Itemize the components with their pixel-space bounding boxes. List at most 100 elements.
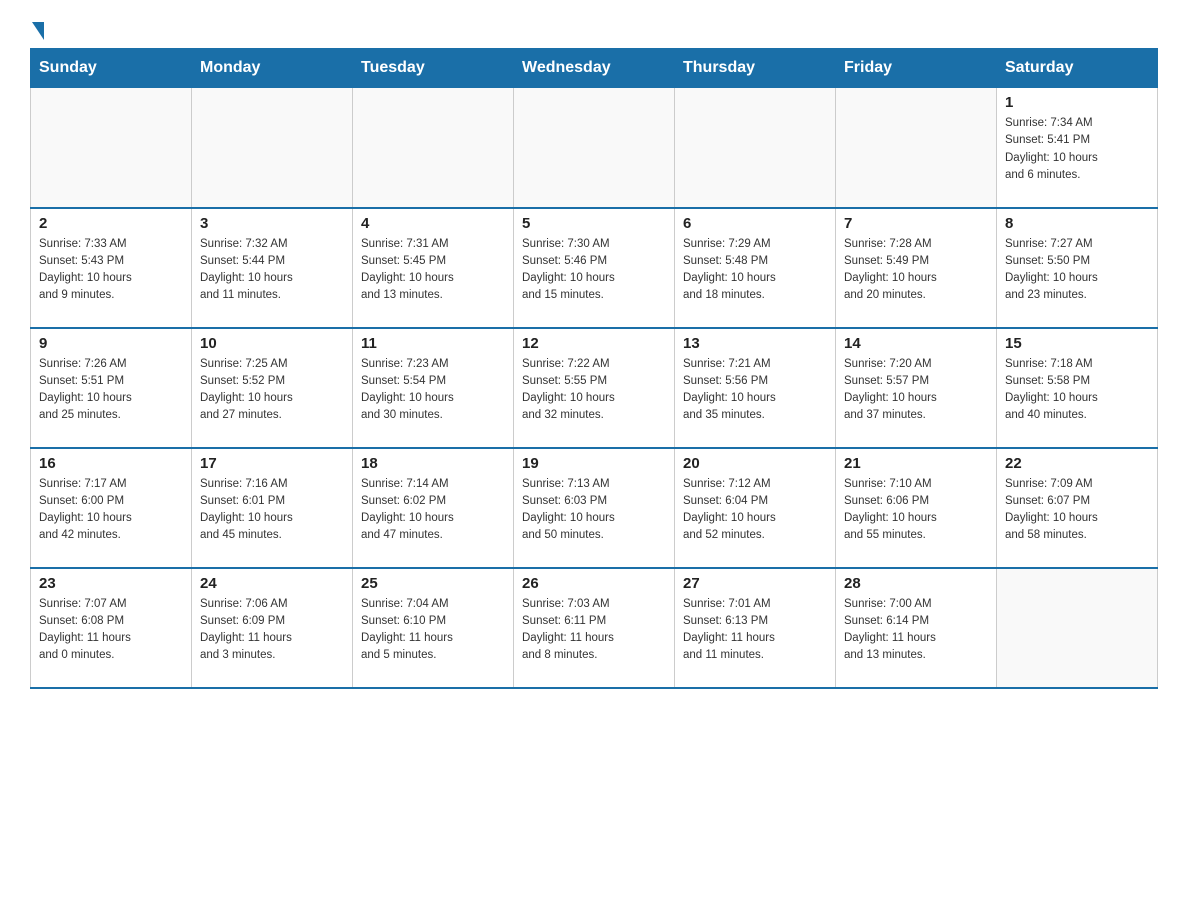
- day-info: Sunrise: 7:31 AMSunset: 5:45 PMDaylight:…: [361, 236, 505, 305]
- weekday-header-thursday: Thursday: [675, 49, 836, 88]
- day-number: 2: [39, 215, 183, 232]
- day-info: Sunrise: 7:14 AMSunset: 6:02 PMDaylight:…: [361, 476, 505, 545]
- day-info: Sunrise: 7:27 AMSunset: 5:50 PMDaylight:…: [1005, 236, 1149, 305]
- calendar-cell: 18 Sunrise: 7:14 AMSunset: 6:02 PMDayligh…: [353, 448, 514, 568]
- calendar-table: SundayMondayTuesdayWednesdayThursdayFrid…: [30, 48, 1158, 689]
- calendar-cell: 28 Sunrise: 7:00 AMSunset: 6:14 PMDayligh…: [836, 568, 997, 688]
- calendar-cell: 10Sunrise: 7:25 AMSunset: 5:52 PMDayligh…: [192, 328, 353, 448]
- day-number: 15: [1005, 335, 1149, 352]
- day-info: Sunrise: 7:18 AMSunset: 5:58 PMDaylight:…: [1005, 356, 1149, 425]
- day-number: 25: [361, 575, 505, 592]
- day-number: 16: [39, 455, 183, 472]
- day-info: Sunrise: 7:09 AMSunset: 6:07 PMDaylight:…: [1005, 476, 1149, 545]
- day-info: Sunrise: 7:33 AMSunset: 5:43 PMDaylight:…: [39, 236, 183, 305]
- calendar-cell: 8 Sunrise: 7:27 AMSunset: 5:50 PMDaylight…: [997, 208, 1158, 328]
- day-number: 21: [844, 455, 988, 472]
- day-info: Sunrise: 7:26 AMSunset: 5:51 PMDaylight:…: [39, 356, 183, 425]
- day-info: Sunrise: 7:12 AMSunset: 6:04 PMDaylight:…: [683, 476, 827, 545]
- calendar-cell: 17 Sunrise: 7:16 AMSunset: 6:01 PMDayligh…: [192, 448, 353, 568]
- day-number: 18: [361, 455, 505, 472]
- day-info: Sunrise: 7:34 AMSunset: 5:41 PMDaylight:…: [1005, 115, 1149, 184]
- day-number: 19: [522, 455, 666, 472]
- day-number: 17: [200, 455, 344, 472]
- day-number: 23: [39, 575, 183, 592]
- calendar-week-row: 9Sunrise: 7:26 AMSunset: 5:51 PMDaylight…: [31, 328, 1158, 448]
- day-info: Sunrise: 7:22 AMSunset: 5:55 PMDaylight:…: [522, 356, 666, 425]
- day-number: 8: [1005, 215, 1149, 232]
- calendar-cell: 4 Sunrise: 7:31 AMSunset: 5:45 PMDaylight…: [353, 208, 514, 328]
- page-header: [30, 20, 1158, 38]
- calendar-cell: 7 Sunrise: 7:28 AMSunset: 5:49 PMDaylight…: [836, 208, 997, 328]
- calendar-cell: 14Sunrise: 7:20 AMSunset: 5:57 PMDayligh…: [836, 328, 997, 448]
- day-info: Sunrise: 7:16 AMSunset: 6:01 PMDaylight:…: [200, 476, 344, 545]
- calendar-header-row: SundayMondayTuesdayWednesdayThursdayFrid…: [31, 49, 1158, 88]
- calendar-week-row: 1 Sunrise: 7:34 AMSunset: 5:41 PMDaylight…: [31, 88, 1158, 208]
- day-number: 22: [1005, 455, 1149, 472]
- calendar-cell: 9Sunrise: 7:26 AMSunset: 5:51 PMDaylight…: [31, 328, 192, 448]
- calendar-cell: 16 Sunrise: 7:17 AMSunset: 6:00 PMDayligh…: [31, 448, 192, 568]
- calendar-cell: 12 Sunrise: 7:22 AMSunset: 5:55 PMDayligh…: [514, 328, 675, 448]
- calendar-cell: 25 Sunrise: 7:04 AMSunset: 6:10 PMDayligh…: [353, 568, 514, 688]
- calendar-cell: [997, 568, 1158, 688]
- day-info: Sunrise: 7:10 AMSunset: 6:06 PMDaylight:…: [844, 476, 988, 545]
- weekday-header-tuesday: Tuesday: [353, 49, 514, 88]
- day-number: 28: [844, 575, 988, 592]
- day-info: Sunrise: 7:00 AMSunset: 6:14 PMDaylight:…: [844, 596, 988, 665]
- calendar-cell: 24 Sunrise: 7:06 AMSunset: 6:09 PMDayligh…: [192, 568, 353, 688]
- calendar-cell: 26 Sunrise: 7:03 AMSunset: 6:11 PMDayligh…: [514, 568, 675, 688]
- calendar-cell: 22 Sunrise: 7:09 AMSunset: 6:07 PMDayligh…: [997, 448, 1158, 568]
- day-info: Sunrise: 7:17 AMSunset: 6:00 PMDaylight:…: [39, 476, 183, 545]
- weekday-header-saturday: Saturday: [997, 49, 1158, 88]
- weekday-header-monday: Monday: [192, 49, 353, 88]
- calendar-cell: [675, 88, 836, 208]
- day-info: Sunrise: 7:01 AMSunset: 6:13 PMDaylight:…: [683, 596, 827, 665]
- calendar-cell: 1 Sunrise: 7:34 AMSunset: 5:41 PMDaylight…: [997, 88, 1158, 208]
- day-info: Sunrise: 7:23 AMSunset: 5:54 PMDaylight:…: [361, 356, 505, 425]
- calendar-cell: 2 Sunrise: 7:33 AMSunset: 5:43 PMDaylight…: [31, 208, 192, 328]
- logo: [30, 20, 44, 38]
- calendar-week-row: 23 Sunrise: 7:07 AMSunset: 6:08 PMDayligh…: [31, 568, 1158, 688]
- day-info: Sunrise: 7:03 AMSunset: 6:11 PMDaylight:…: [522, 596, 666, 665]
- calendar-cell: [836, 88, 997, 208]
- calendar-cell: [192, 88, 353, 208]
- day-info: Sunrise: 7:06 AMSunset: 6:09 PMDaylight:…: [200, 596, 344, 665]
- calendar-cell: 6 Sunrise: 7:29 AMSunset: 5:48 PMDaylight…: [675, 208, 836, 328]
- logo-arrow-icon: [32, 22, 44, 40]
- day-number: 24: [200, 575, 344, 592]
- calendar-cell: 27 Sunrise: 7:01 AMSunset: 6:13 PMDayligh…: [675, 568, 836, 688]
- day-number: 11: [361, 335, 505, 352]
- day-info: Sunrise: 7:29 AMSunset: 5:48 PMDaylight:…: [683, 236, 827, 305]
- day-info: Sunrise: 7:30 AMSunset: 5:46 PMDaylight:…: [522, 236, 666, 305]
- calendar-cell: 20 Sunrise: 7:12 AMSunset: 6:04 PMDayligh…: [675, 448, 836, 568]
- calendar-cell: 11 Sunrise: 7:23 AMSunset: 5:54 PMDayligh…: [353, 328, 514, 448]
- day-info: Sunrise: 7:04 AMSunset: 6:10 PMDaylight:…: [361, 596, 505, 665]
- calendar-cell: 21 Sunrise: 7:10 AMSunset: 6:06 PMDayligh…: [836, 448, 997, 568]
- day-number: 26: [522, 575, 666, 592]
- day-info: Sunrise: 7:13 AMSunset: 6:03 PMDaylight:…: [522, 476, 666, 545]
- day-number: 14: [844, 335, 988, 352]
- calendar-cell: [514, 88, 675, 208]
- day-number: 12: [522, 335, 666, 352]
- calendar-cell: 3 Sunrise: 7:32 AMSunset: 5:44 PMDaylight…: [192, 208, 353, 328]
- day-number: 6: [683, 215, 827, 232]
- calendar-cell: 5 Sunrise: 7:30 AMSunset: 5:46 PMDaylight…: [514, 208, 675, 328]
- day-info: Sunrise: 7:07 AMSunset: 6:08 PMDaylight:…: [39, 596, 183, 665]
- day-number: 1: [1005, 94, 1149, 111]
- day-number: 5: [522, 215, 666, 232]
- calendar-week-row: 16 Sunrise: 7:17 AMSunset: 6:00 PMDayligh…: [31, 448, 1158, 568]
- calendar-cell: 23 Sunrise: 7:07 AMSunset: 6:08 PMDayligh…: [31, 568, 192, 688]
- day-info: Sunrise: 7:32 AMSunset: 5:44 PMDaylight:…: [200, 236, 344, 305]
- day-number: 7: [844, 215, 988, 232]
- weekday-header-sunday: Sunday: [31, 49, 192, 88]
- day-number: 27: [683, 575, 827, 592]
- calendar-cell: [353, 88, 514, 208]
- calendar-cell: 19 Sunrise: 7:13 AMSunset: 6:03 PMDayligh…: [514, 448, 675, 568]
- day-number: 20: [683, 455, 827, 472]
- day-number: 3: [200, 215, 344, 232]
- day-number: 4: [361, 215, 505, 232]
- weekday-header-wednesday: Wednesday: [514, 49, 675, 88]
- day-info: Sunrise: 7:28 AMSunset: 5:49 PMDaylight:…: [844, 236, 988, 305]
- day-number: 13: [683, 335, 827, 352]
- calendar-cell: 15 Sunrise: 7:18 AMSunset: 5:58 PMDayligh…: [997, 328, 1158, 448]
- calendar-cell: [31, 88, 192, 208]
